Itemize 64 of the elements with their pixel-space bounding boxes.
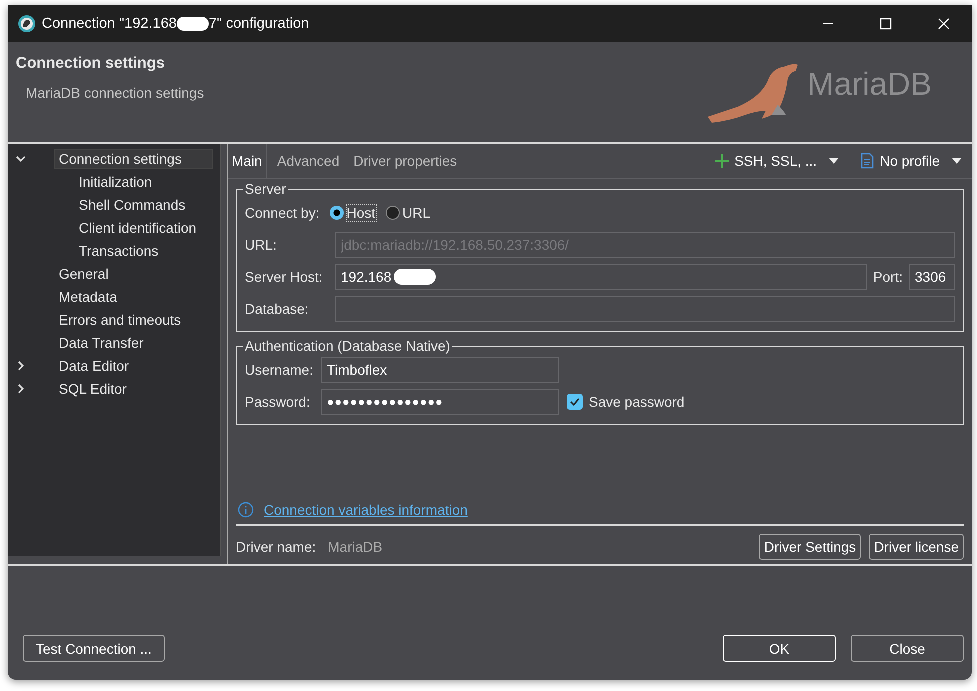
tree-item[interactable]: Client identification (74, 218, 202, 238)
driver-button[interactable]: Driver Settings (759, 534, 862, 560)
dialog-button[interactable]: Close (851, 635, 964, 662)
app-icon (18, 14, 36, 32)
field-label: Driver name: (236, 539, 316, 555)
redaction-mark (394, 269, 436, 285)
field-label: Password: (245, 394, 312, 410)
field-label: Database: (245, 301, 310, 317)
tree-item[interactable]: Metadata (54, 286, 122, 306)
maximize-icon[interactable] (880, 18, 892, 30)
radio-button[interactable] (386, 206, 400, 220)
tree-item[interactable]: Initialization (74, 172, 158, 192)
info-link[interactable]: Connection variables information (264, 502, 468, 518)
redaction-mark (176, 16, 209, 30)
radio-label[interactable]: URL (402, 205, 431, 221)
field-label: Server Host: (245, 269, 324, 285)
chevron-right-icon[interactable] (16, 384, 26, 394)
logo-text: MariaDB (808, 66, 932, 102)
database-field[interactable] (335, 296, 955, 322)
tree-item[interactable]: Errors and timeouts (54, 310, 186, 330)
chevron-right-icon[interactable] (16, 360, 26, 370)
window-title: Connection "192.168 (42, 16, 177, 32)
field-label: Connect by: (245, 205, 320, 221)
port-field[interactable]: 3306 (909, 264, 955, 290)
tree-item[interactable]: Transactions (74, 240, 164, 260)
group-title: Authentication (Database Native) (244, 338, 452, 354)
dropdown-arrow-icon[interactable] (952, 158, 962, 164)
test-connection-button[interactable]: Test Connection ... (23, 635, 165, 662)
tab[interactable]: Advanced (273, 145, 344, 177)
checkbox-label[interactable]: Save password (589, 394, 685, 410)
info-icon (238, 502, 254, 518)
username-field[interactable]: Timboflex (321, 357, 559, 383)
window-title: 7" configuration (208, 16, 310, 32)
document-icon (861, 153, 874, 169)
close-icon[interactable] (938, 18, 950, 30)
field-label: Username: (245, 362, 314, 378)
tab[interactable]: Main (228, 144, 268, 178)
profile-button[interactable]: No profile (855, 152, 946, 170)
radio-label[interactable]: Host (346, 205, 376, 221)
tree-item[interactable]: SQL Editor (54, 378, 132, 398)
network-button[interactable]: SSH, SSL, ... (708, 152, 824, 170)
checkbox[interactable] (567, 394, 583, 410)
dropdown-arrow-icon[interactable] (829, 158, 840, 164)
field-value: 192.168 (341, 269, 392, 285)
header-title: Connection settings (16, 55, 166, 73)
dialog-button[interactable]: OK (723, 635, 836, 662)
radio-button[interactable] (330, 206, 344, 220)
tree-item[interactable]: Data Transfer (54, 332, 149, 352)
check-icon (569, 396, 581, 408)
tree-item[interactable]: Connection settings (54, 148, 213, 168)
tree-item[interactable]: Data Editor (54, 356, 134, 376)
tree-item[interactable]: General (54, 264, 114, 284)
host-field[interactable]: 192.168 (335, 264, 868, 290)
field-label: Port: (873, 269, 903, 285)
chevron-down-icon[interactable] (16, 154, 26, 164)
password-field[interactable]: ●●●●●●●●●●●●●●● (321, 389, 559, 415)
header-subtitle: MariaDB connection settings (25, 85, 204, 101)
tree-item[interactable]: Shell Commands (74, 194, 191, 214)
field-label: URL: (245, 237, 278, 253)
plus-icon (714, 154, 729, 168)
tab[interactable]: Driver properties (350, 145, 462, 177)
group-title: Server (244, 181, 288, 197)
driver-name: MariaDB (328, 539, 383, 555)
driver-button[interactable]: Driver license (869, 534, 964, 560)
